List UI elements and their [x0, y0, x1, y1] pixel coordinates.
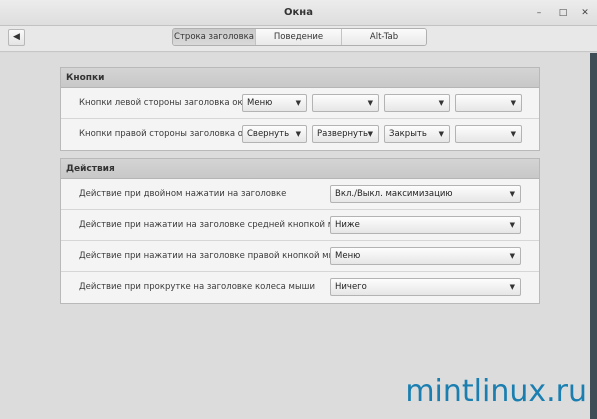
window-title: Окна	[284, 7, 313, 18]
dropdown-arrow-icon: ▼	[367, 99, 373, 107]
dropdown-arrow-icon: ▼	[438, 130, 444, 138]
right-button-combo-3[interactable]: Закрыть ▼	[384, 125, 450, 143]
desktop-edge	[590, 53, 597, 419]
middle-click-label: Действие при нажатии на заголовке средне…	[79, 220, 355, 230]
right-button-combo-1[interactable]: Свернуть ▼	[242, 125, 307, 143]
right-click-label: Действие при нажатии на заголовке правой…	[79, 251, 349, 261]
minimize-icon[interactable]: –	[533, 7, 545, 19]
double-click-combo[interactable]: Вкл./Выкл. максимизацию ▼	[330, 185, 521, 203]
row-right-buttons: Кнопки правой стороны заголовка окна Све…	[61, 119, 539, 150]
dropdown-arrow-icon: ▼	[509, 221, 515, 229]
buttons-section: Кнопки Кнопки левой стороны заголовка ок…	[60, 67, 540, 151]
actions-section: Действия Действие при двойном нажатии на…	[60, 158, 540, 304]
dropdown-arrow-icon: ▼	[510, 130, 516, 138]
row-scroll: Действие при прокрутке на заголовке коле…	[61, 272, 539, 303]
back-button[interactable]: ◀	[8, 29, 25, 46]
dropdown-arrow-icon: ▼	[438, 99, 444, 107]
left-button-combo-4[interactable]: ▼	[455, 94, 522, 112]
dropdown-arrow-icon: ▼	[295, 130, 301, 138]
tab-behavior[interactable]: Поведение	[256, 29, 342, 45]
dropdown-arrow-icon: ▼	[510, 99, 516, 107]
right-button-combo-4[interactable]: ▼	[455, 125, 522, 143]
double-click-label: Действие при двойном нажатии на заголовк…	[79, 189, 287, 199]
tab-bar: Строка заголовка Поведение Alt-Tab	[172, 28, 427, 46]
arrow-left-icon: ◀	[13, 32, 20, 42]
section-header-buttons: Кнопки	[61, 68, 539, 88]
left-button-combo-2[interactable]: ▼	[312, 94, 379, 112]
watermark: mintlinux.ru	[405, 374, 587, 409]
right-button-combo-2[interactable]: Развернуть ▼	[312, 125, 379, 143]
content-area: Кнопки Кнопки левой стороны заголовка ок…	[0, 53, 590, 419]
tab-alt-tab[interactable]: Alt-Tab	[342, 29, 426, 45]
window-titlebar: Окна – □ ✕	[0, 0, 597, 26]
scroll-combo[interactable]: Ничего ▼	[330, 278, 521, 296]
dropdown-arrow-icon: ▼	[509, 190, 515, 198]
middle-click-combo[interactable]: Ниже ▼	[330, 216, 521, 234]
left-buttons-label: Кнопки левой стороны заголовка окна	[79, 98, 254, 108]
maximize-icon[interactable]: □	[557, 7, 569, 19]
row-middle-click: Действие при нажатии на заголовке средне…	[61, 210, 539, 241]
dropdown-arrow-icon: ▼	[367, 130, 373, 138]
section-header-actions: Действия	[61, 159, 539, 179]
row-left-buttons: Кнопки левой стороны заголовка окна Меню…	[61, 88, 539, 119]
scroll-label: Действие при прокрутке на заголовке коле…	[79, 282, 315, 292]
toolbar: ◀ Строка заголовка Поведение Alt-Tab	[0, 26, 597, 52]
dropdown-arrow-icon: ▼	[295, 99, 301, 107]
row-right-click: Действие при нажатии на заголовке правой…	[61, 241, 539, 272]
dropdown-arrow-icon: ▼	[509, 283, 515, 291]
dropdown-arrow-icon: ▼	[509, 252, 515, 260]
right-buttons-label: Кнопки правой стороны заголовка окна	[79, 129, 259, 139]
tab-titlebar[interactable]: Строка заголовка	[173, 29, 256, 45]
row-double-click: Действие при двойном нажатии на заголовк…	[61, 179, 539, 210]
left-button-combo-3[interactable]: ▼	[384, 94, 450, 112]
left-button-combo-1[interactable]: Меню ▼	[242, 94, 307, 112]
close-icon[interactable]: ✕	[579, 7, 591, 19]
right-click-combo[interactable]: Меню ▼	[330, 247, 521, 265]
